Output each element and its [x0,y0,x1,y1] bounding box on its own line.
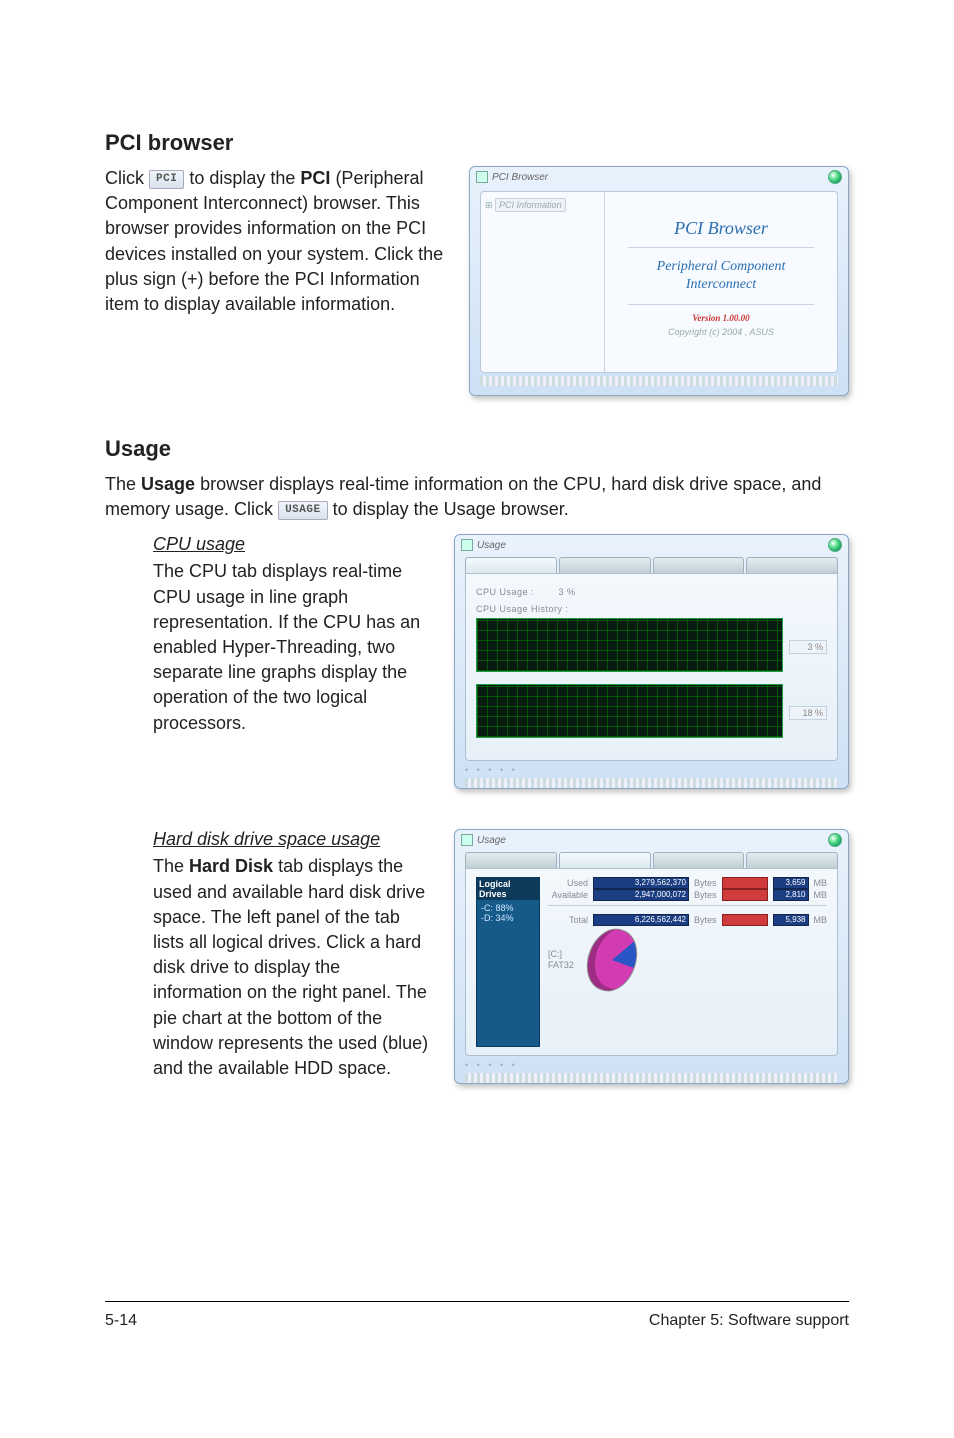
pci-p-mid: to display the [189,168,300,188]
usage-tabbar [465,852,838,868]
cpu-graph-1-pct: 3 % [789,640,827,654]
usage-tabbar [465,557,838,573]
pie-label-drive: [C:] [548,949,574,961]
cpu-graph-2 [476,684,783,738]
usage-intro: The Usage browser displays real-time inf… [105,472,849,522]
table-row: Total 6,226,562,442 Bytes 5,938 MB [548,914,827,926]
window-icon [461,834,473,846]
pci-p-pre: Click [105,168,149,188]
table-row: Used 3,279,562,370 Bytes 3,659 MB [548,877,827,889]
tab-other[interactable] [746,557,838,573]
pci-window-title: PCI Browser [492,172,548,183]
usage-intro-bold: Usage [141,474,195,494]
list-item[interactable]: -C: 88% [481,903,535,913]
tab-cpu[interactable] [465,557,557,573]
pci-paragraph: Click PCI to display the PCI (Peripheral… [105,166,449,317]
pie-chart-icon [578,922,645,999]
hdd-subtitle: Hard disk drive space usage [153,829,434,850]
window-grip [465,1073,838,1083]
usage-chip-icon: USAGE [278,501,328,520]
usage-cpu-window: Usage CPU Usage : 3 % CPU Usage History … [454,534,849,789]
pci-heading: PCI browser [105,130,849,156]
cpu-body: The CPU tab displays real-time CPU usage… [153,559,434,735]
tab-mem[interactable] [653,557,745,573]
window-grip [465,778,838,788]
tab-mem[interactable] [653,852,745,868]
usage-heading: Usage [105,436,849,462]
pci-tree-sidebar: ⊞ PCI Information [481,192,605,372]
cpu-usage-value: 3 % [558,587,575,597]
usage-hdd-window: Usage Logical Drives -C: 88% -D: 34% [454,829,849,1084]
list-item[interactable]: -D: 34% [481,913,535,923]
pci-p-post: (Peripheral Component Interconnect) brow… [105,168,443,314]
pci-chip-icon: PCI [149,170,184,189]
chapter-title: Chapter 5: Software support [649,1312,849,1330]
window-icon [476,171,488,183]
tab-hdd[interactable] [559,557,651,573]
pci-version: Version 1.00.00 [692,313,749,323]
pci-panel-title: PCI Browser [628,218,814,248]
pci-browser-window: PCI Browser ⊞ PCI Information PCI Browse… [469,166,849,396]
hdd-drive-list: Logical Drives -C: 88% -D: 34% [476,877,540,1047]
page-number: 5-14 [105,1312,137,1330]
hdd-drive-list-header: Logical Drives [477,878,539,900]
window-pager-dots: • • • • • [465,765,838,775]
usage-window-title: Usage [477,835,506,846]
close-icon[interactable] [828,833,842,847]
pci-copyright: Copyright (c) 2004 , ASUS [668,327,774,337]
tab-cpu[interactable] [465,852,557,868]
usage-window-title: Usage [477,540,506,551]
close-icon[interactable] [828,170,842,184]
cpu-subtitle: CPU usage [153,534,434,555]
pci-p-bold: PCI [300,168,330,188]
tab-hdd[interactable] [559,852,651,868]
pci-tree-item[interactable]: PCI Information [495,198,566,212]
window-icon [461,539,473,551]
tab-other[interactable] [746,852,838,868]
close-icon[interactable] [828,538,842,552]
cpu-history-label: CPU Usage History : [476,604,827,614]
hdd-body-bold: Hard Disk [189,856,273,876]
cpu-usage-label: CPU Usage : [476,587,534,597]
hdd-body: The Hard Disk tab displays the used and … [153,854,434,1081]
pci-panel-subtitle: Peripheral Component Interconnect [628,258,814,305]
cpu-graph-1 [476,618,783,672]
cpu-graph-2-pct: 18 % [789,706,827,720]
pie-label-fs: FAT32 [548,960,574,972]
table-row: Available 2,947,000,072 Bytes 2,810 MB [548,889,827,901]
window-pager-dots: • • • • • [465,1060,838,1070]
window-grip [480,376,838,386]
